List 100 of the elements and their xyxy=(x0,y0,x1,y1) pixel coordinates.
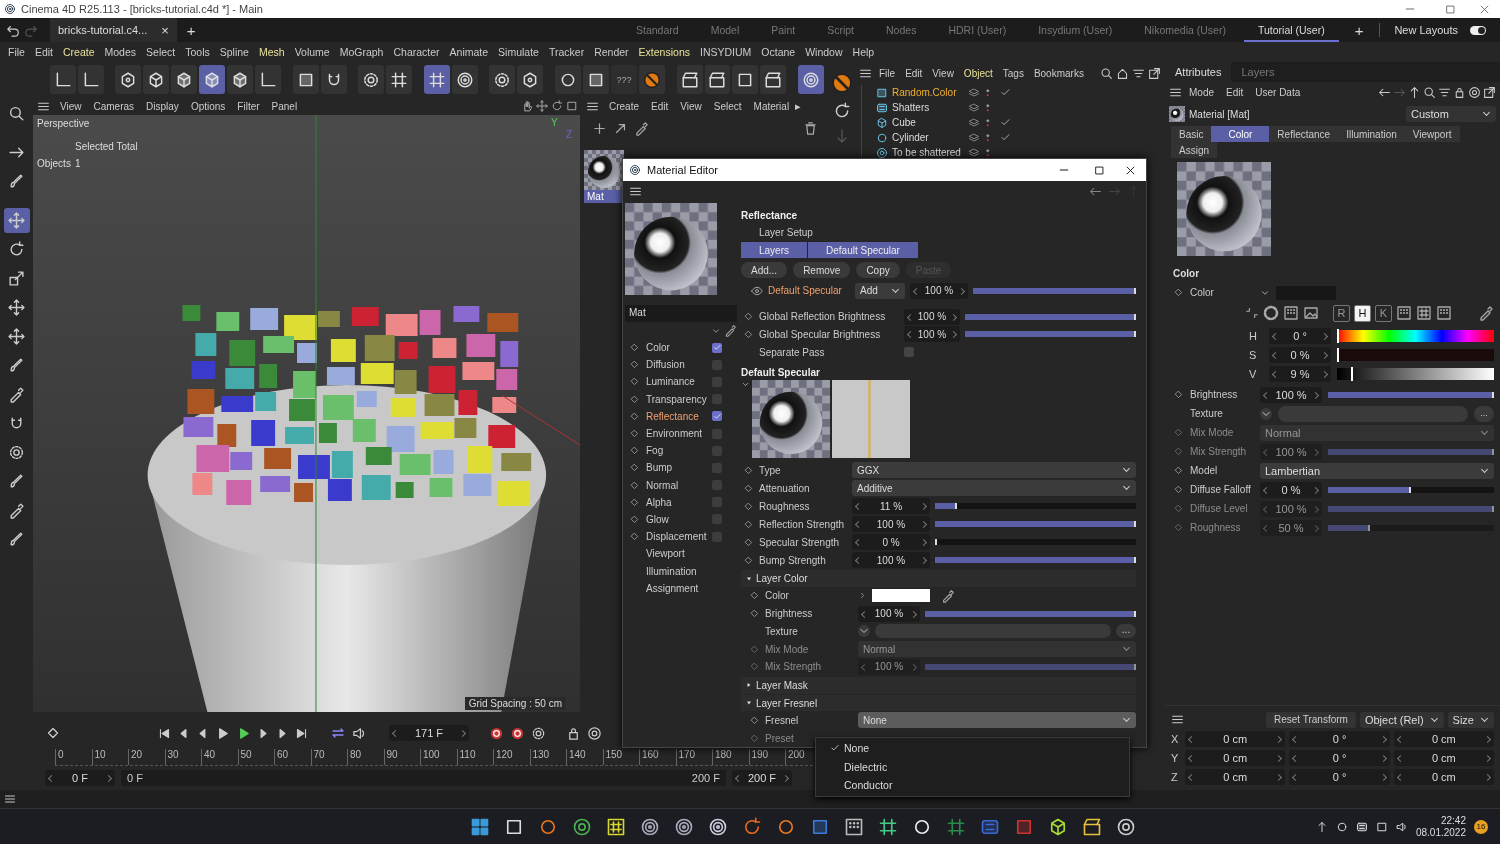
object-name[interactable]: Random.Color xyxy=(892,87,964,98)
object-name[interactable]: Shatters xyxy=(892,102,964,113)
menu-item[interactable]: Edit xyxy=(29,46,58,58)
section-tab[interactable]: Viewport xyxy=(1404,126,1460,142)
menu-item[interactable]: Filter xyxy=(231,100,266,112)
menu-item[interactable]: Help xyxy=(847,46,880,58)
layout-tab[interactable]: HDRI (User) xyxy=(934,18,1021,42)
menu-item[interactable]: View xyxy=(54,100,88,112)
number-field[interactable]: 0 cm xyxy=(1185,730,1286,747)
channel-item[interactable]: Bump xyxy=(646,462,706,474)
group-title[interactable]: Layer Color xyxy=(756,573,808,584)
preset-dropdown[interactable]: Custom xyxy=(1406,106,1496,122)
number-field[interactable]: 100 % xyxy=(852,516,930,533)
number-field[interactable]: 0 ° xyxy=(1269,327,1331,344)
menu-item[interactable]: MoGraph xyxy=(334,46,389,58)
menu-item[interactable]: Volume xyxy=(289,46,335,58)
menu-item[interactable]: Octane xyxy=(756,46,801,58)
document-tab[interactable]: bricks-tutorial.c4... × xyxy=(50,18,177,42)
channel-item[interactable]: Color xyxy=(646,342,706,354)
layer-button[interactable]: Add... xyxy=(741,262,788,278)
menu-item[interactable]: Animate xyxy=(444,46,494,58)
number-field[interactable]: 0 cm xyxy=(1185,768,1286,785)
section-tab[interactable]: Color xyxy=(1211,126,1270,142)
number-field[interactable]: 0 F xyxy=(45,770,115,786)
number-field[interactable]: 100 % xyxy=(852,552,930,569)
channel-item[interactable]: Alpha xyxy=(646,496,706,508)
section-tab[interactable]: Illumination xyxy=(1338,126,1405,142)
channel-item[interactable]: Transparency xyxy=(646,393,706,405)
menu-item[interactable]: Edit xyxy=(645,100,675,112)
channel-item[interactable]: Environment xyxy=(646,428,706,440)
object-name[interactable]: Cube xyxy=(892,117,964,128)
channel-item[interactable]: Diffusion xyxy=(646,359,706,371)
frame-range-bar[interactable]: 0 F 200 F xyxy=(121,770,726,786)
section-tab[interactable]: Reflectance xyxy=(1269,126,1339,142)
number-field[interactable]: 0 cm xyxy=(1393,730,1494,747)
menu-item[interactable]: Panel xyxy=(265,100,304,112)
layout-tab[interactable]: Script xyxy=(813,18,869,42)
reset-transform-button[interactable]: Reset Transform xyxy=(1266,711,1356,728)
section-tab[interactable]: Basic xyxy=(1171,126,1212,142)
menu-item[interactable]: User Data xyxy=(1250,86,1306,98)
number-field[interactable]: 0 cm xyxy=(1393,768,1494,785)
dropdown-field[interactable]: None xyxy=(858,712,1136,729)
number-field[interactable]: 0 cm xyxy=(1393,749,1494,766)
browse-button[interactable]: ... xyxy=(1116,624,1136,639)
number-field[interactable]: 100 % xyxy=(904,308,960,325)
color-mode-button[interactable]: K xyxy=(1375,304,1392,322)
number-field[interactable]: 0 ° xyxy=(1289,768,1390,785)
layer-tab[interactable]: Default Specular xyxy=(808,242,918,258)
name-field[interactable]: Mat xyxy=(625,305,737,322)
menu-item[interactable]: Tracker xyxy=(543,46,590,58)
menu-item[interactable]: Window xyxy=(800,46,848,58)
number-field[interactable]: 171 F xyxy=(389,725,469,741)
channel-item[interactable]: Viewport xyxy=(646,548,706,560)
menu-item[interactable]: Bookmarks xyxy=(1028,67,1089,79)
menu-item[interactable]: Character xyxy=(388,46,445,58)
section-tab[interactable]: Assign xyxy=(1171,142,1217,158)
layout-tab[interactable]: Nodes xyxy=(872,18,931,42)
menu-item[interactable]: Cameras xyxy=(87,100,141,112)
menu-item[interactable]: File xyxy=(874,67,901,79)
menu-item[interactable]: Edit xyxy=(1221,86,1249,98)
menu-item[interactable]: Create xyxy=(58,46,100,58)
group-title[interactable]: Layer Fresnel xyxy=(756,697,818,709)
menu-item[interactable]: Spline xyxy=(214,46,254,58)
menu-item[interactable]: Options xyxy=(184,100,232,112)
color-mode-button[interactable]: R xyxy=(1333,304,1350,322)
material-tile[interactable]: Mat xyxy=(584,150,624,203)
menu-item[interactable]: Render xyxy=(589,46,634,58)
dropdown-field[interactable]: Additive xyxy=(852,480,1136,497)
menu-item[interactable]: View xyxy=(674,100,708,112)
channel-item[interactable]: Glow xyxy=(646,513,706,525)
menu-item[interactable]: Simulate xyxy=(493,46,544,58)
menu-item[interactable]: Select xyxy=(141,46,181,58)
new-document-button[interactable]: + xyxy=(186,21,196,39)
number-field[interactable]: 0 ° xyxy=(1289,749,1390,766)
channel-item[interactable]: Luminance xyxy=(646,376,706,388)
layer-tab[interactable]: Layers xyxy=(741,242,807,258)
dropdown-field[interactable]: GGX xyxy=(852,462,1136,479)
channel-item[interactable]: Assignment xyxy=(646,582,706,594)
number-field[interactable]: 100 % xyxy=(910,282,968,299)
number-field[interactable]: 100 % xyxy=(1260,386,1322,403)
menu-item[interactable]: INSYDIUM xyxy=(695,46,757,58)
menu-item[interactable]: View xyxy=(927,67,959,79)
menu-item[interactable]: Create xyxy=(603,100,645,112)
menu-item[interactable]: Select xyxy=(707,100,748,112)
panel-tab[interactable]: Attributes xyxy=(1165,62,1232,82)
number-field[interactable]: 100 % xyxy=(858,605,920,622)
layer-button[interactable]: Remove xyxy=(793,262,851,278)
tool-button[interactable]: ??? xyxy=(610,65,637,94)
channel-item[interactable]: Normal xyxy=(646,479,706,491)
layout-tab[interactable]: Nikomedia (User) xyxy=(1130,18,1240,42)
menu-item[interactable]: Tags xyxy=(997,67,1029,79)
menu-item[interactable]: Edit xyxy=(900,67,928,79)
number-field[interactable]: 0 cm xyxy=(1185,749,1286,766)
group-title[interactable]: Layer Mask xyxy=(756,679,808,691)
menu-item[interactable]: Material xyxy=(747,100,796,112)
dropdown-field[interactable]: Lambertian xyxy=(1260,462,1494,479)
number-field[interactable]: 11 % xyxy=(852,498,930,515)
menu-item[interactable]: Display xyxy=(140,100,185,112)
number-field[interactable]: 0 % xyxy=(852,534,930,551)
channel-item[interactable]: Fog xyxy=(646,445,706,457)
